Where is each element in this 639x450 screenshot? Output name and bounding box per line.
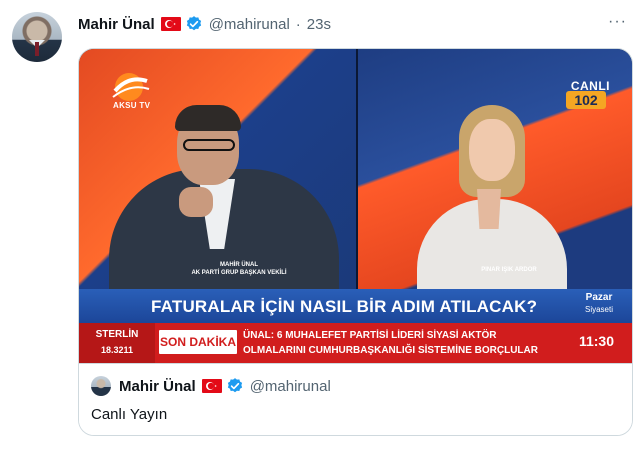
video-player[interactable]: AKSU TV CANLI 102 MAHİR ÜNAL AK PARTİ GR… <box>79 49 632 363</box>
ticker-text: ÜNAL: 6 MUHALEFET PARTİSİ LİDERİ SİYASİ … <box>243 330 538 356</box>
currency-box: STERLİN 18.3211 <box>79 323 155 363</box>
turkey-flag-icon <box>201 379 222 393</box>
broadcast-clock: 11:30 <box>578 333 614 349</box>
quoted-tweet-header: Mahir Ünal @mahirunal <box>119 377 331 395</box>
guest-caption: MAHİR ÜNAL AK PARTİ GRUP BAŞKAN VEKİLİ <box>191 262 287 276</box>
time-separator: · <box>295 15 301 33</box>
quoted-author-name: Mahir Ünal <box>119 377 196 395</box>
program-label: Pazar Siyaseti <box>584 292 613 314</box>
quoted-tweet-card[interactable]: AKSU TV CANLI 102 MAHİR ÜNAL AK PARTİ GR… <box>78 48 633 436</box>
quoted-author-avatar <box>91 376 111 396</box>
tweet[interactable]: Mahir Ünal @mahirunal · 23s ··· AKSU TV … <box>0 0 639 450</box>
channel-number: 102 <box>566 91 606 109</box>
host-caption: PINAR IŞIK ARDOR <box>481 267 537 273</box>
tweet-timestamp[interactable]: 23s <box>307 16 331 33</box>
verified-badge-icon <box>227 378 242 393</box>
turkey-flag-icon <box>160 17 181 31</box>
video-headline: FATURALAR İÇİN NASIL BİR ADIM ATILACAK? <box>151 297 538 316</box>
quoted-tweet[interactable]: Mahir Ünal @mahirunal Canlı Yayın <box>79 363 632 435</box>
quoted-tweet-text: Canlı Yayın <box>91 406 168 423</box>
verified-badge-icon <box>186 16 201 31</box>
quoted-author-handle: @mahirunal <box>249 377 331 395</box>
author-name[interactable]: Mahir Ünal <box>78 16 155 33</box>
author-handle[interactable]: @mahirunal <box>209 16 290 33</box>
breaking-news-label: SON DAKİKA <box>159 330 237 354</box>
author-avatar[interactable] <box>12 12 62 62</box>
more-options-icon[interactable]: ··· <box>608 13 627 31</box>
tweet-header: Mahir Ünal @mahirunal · 23s <box>78 14 331 34</box>
channel-logo-text: AKSU TV <box>113 101 151 110</box>
